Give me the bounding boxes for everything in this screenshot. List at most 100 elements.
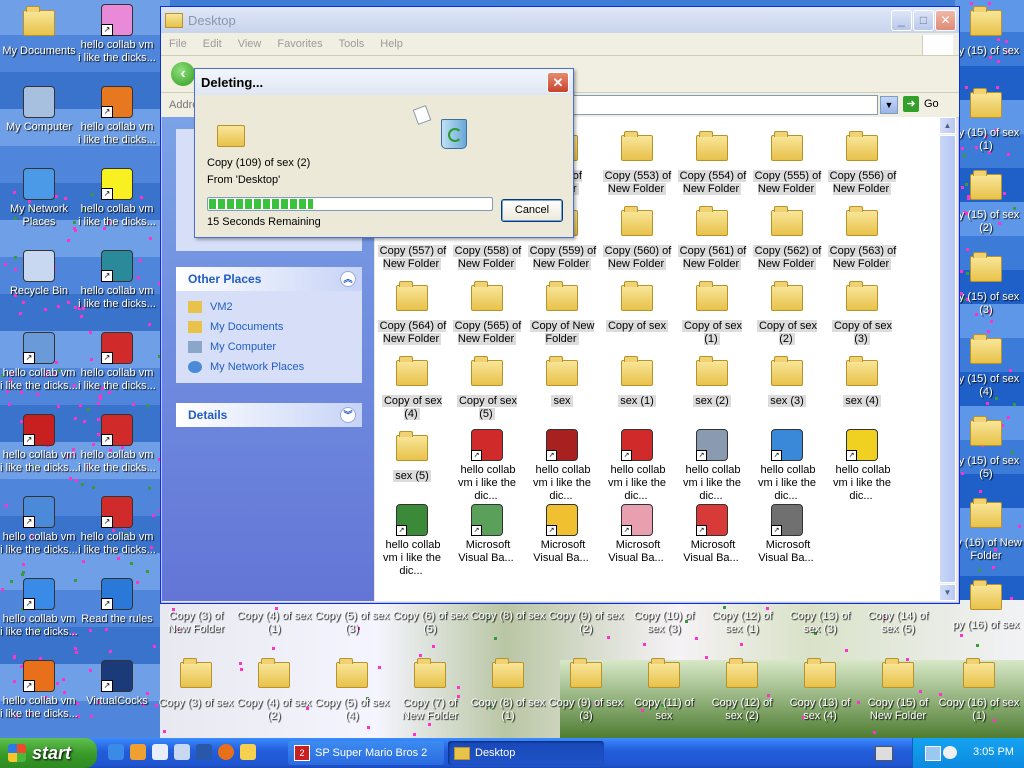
file-item[interactable]: ↗ hello collab vm i like the dic... <box>600 429 674 503</box>
desktop-icon[interactable]: Copy (8) of sex (1) <box>469 656 547 723</box>
desktop-icon[interactable]: Copy (9) of sex (3) <box>547 656 625 723</box>
task-super-mario[interactable]: 2 SP Super Mario Bros 2 <box>288 741 444 765</box>
firefox-icon[interactable] <box>218 744 234 760</box>
desktop-icon[interactable]: My Network Places <box>0 168 78 229</box>
file-item[interactable]: Copy of New Folder <box>525 279 599 346</box>
other-places-item-my-documents[interactable]: My Documents <box>188 317 350 337</box>
dialog-close-button[interactable]: ✕ <box>547 72 569 93</box>
file-item[interactable]: ↗ hello collab vm i like the dic... <box>825 429 899 503</box>
file-item[interactable]: Copy (554) of New Folder <box>675 129 749 196</box>
file-item[interactable]: Copy (560) of New Folder <box>600 204 674 271</box>
desktop-icon[interactable]: Copy (9) of sex (2) <box>547 610 625 636</box>
file-item[interactable]: Copy (562) of New Folder <box>750 204 824 271</box>
chevron-down-icon[interactable]: ︾ <box>340 407 356 423</box>
desktop-icon[interactable]: ↗ hello collab vm i like the dicks... <box>78 332 156 393</box>
desktop-icon[interactable]: ↗ hello collab vm i like the dicks... <box>78 86 156 147</box>
desktop-icon[interactable]: Copy (12) of sex (1) <box>703 610 781 636</box>
media-icon[interactable] <box>130 744 146 760</box>
desktop-icon[interactable]: ↗ hello collab vm i like the dicks... <box>0 496 78 557</box>
desktop-icon[interactable]: Copy (13) of sex (3) <box>781 610 859 636</box>
chevron-up-icon[interactable]: ︽ <box>340 271 356 287</box>
file-item[interactable]: sex (2) <box>675 354 749 408</box>
file-item[interactable]: Copy (564) of New Folder <box>375 279 449 346</box>
other-places-item-vm2[interactable]: VM2 <box>188 297 350 317</box>
desktop-icon[interactable]: ↗ Read the rules <box>78 578 156 626</box>
desktop-icon[interactable]: Copy (4) of sex (2) <box>235 656 313 723</box>
file-item[interactable]: ↗ hello collab vm i like the dic... <box>450 429 524 503</box>
file-item[interactable]: Copy of sex (4) <box>375 354 449 421</box>
other-places-item-network[interactable]: My Network Places <box>188 357 350 377</box>
desktop-icon[interactable]: Copy (15) of New Folder <box>859 656 937 723</box>
file-item[interactable]: Copy (556) of New Folder <box>825 129 899 196</box>
cancel-button[interactable]: Cancel <box>501 199 563 222</box>
desktop-icon[interactable]: ↗ VirtualCocks <box>78 660 156 708</box>
desktop-icon[interactable]: Copy (16) of sex (1) <box>938 656 1020 723</box>
desktop-icon[interactable]: ↗ hello collab vm i like the dicks... <box>0 414 78 475</box>
desktop-icon[interactable]: ↗ hello collab vm i like the dicks... <box>78 4 156 65</box>
file-item[interactable]: ↗ hello collab vm i like the dic... <box>675 429 749 503</box>
file-item[interactable]: Copy (561) of New Folder <box>675 204 749 271</box>
keyboard-icon[interactable] <box>875 746 893 761</box>
menu-tools[interactable]: Tools <box>331 38 373 50</box>
desktop-icon[interactable]: ↗ hello collab vm i like the dicks... <box>78 414 156 475</box>
back-arrow-icon[interactable]: ‹ <box>171 62 195 86</box>
menu-edit[interactable]: Edit <box>195 38 230 50</box>
scroll-up-button[interactable]: ▲ <box>939 117 956 134</box>
file-item[interactable]: sex (4) <box>825 354 899 408</box>
file-item[interactable]: ↗ Microsoft Visual Ba... <box>525 504 599 565</box>
other-places-item-my-computer[interactable]: My Computer <box>188 337 350 357</box>
file-item[interactable]: sex <box>525 354 599 408</box>
explorer-titlebar[interactable]: Desktop _ □ ✕ <box>161 7 959 33</box>
desktop-icon[interactable]: ↗ hello collab vm i like the dicks... <box>78 496 156 557</box>
desktop-icon[interactable]: Copy (14) of sex (5) <box>859 610 937 636</box>
file-item[interactable]: Copy of sex (1) <box>675 279 749 346</box>
maximize-button[interactable]: □ <box>913 10 934 31</box>
file-item[interactable]: Copy of sex <box>600 279 674 333</box>
desktop-icon[interactable]: Copy (10) of sex (3) <box>625 610 703 636</box>
file-item[interactable]: ↗ Microsoft Visual Ba... <box>750 504 824 565</box>
dialog-titlebar[interactable]: Deleting... ✕ <box>195 69 573 95</box>
desktop-icon[interactable]: ↗ hello collab vm i like the dicks... <box>78 168 156 229</box>
desktop-icon[interactable]: ↗ hello collab vm i like the dicks... <box>78 250 156 311</box>
desktop-icon[interactable]: Copy (6) of sex (5) <box>391 610 469 636</box>
quicktime-icon[interactable] <box>152 744 168 760</box>
virtualbox-icon[interactable] <box>196 744 212 760</box>
desktop-icon[interactable]: Copy (5) of sex (3) <box>313 610 391 636</box>
ie-icon[interactable] <box>108 744 124 760</box>
network-tray-icon[interactable] <box>925 746 941 761</box>
file-item[interactable]: ↗ Microsoft Visual Ba... <box>450 504 524 565</box>
file-item[interactable]: Copy (555) of New Folder <box>750 129 824 196</box>
deleting-dialog[interactable]: Deleting... ✕ Copy (109) of sex (2) From… <box>194 68 574 238</box>
file-item[interactable]: sex (1) <box>600 354 674 408</box>
file-item[interactable]: ↗ hello collab vm i like the dic... <box>375 504 449 578</box>
messenger-icon[interactable] <box>240 744 256 760</box>
desktop-icon[interactable]: ↗ hello collab vm i like the dicks... <box>0 332 78 393</box>
file-item[interactable]: sex (3) <box>750 354 824 408</box>
start-button[interactable]: start <box>0 738 97 768</box>
minimize-button[interactable]: _ <box>891 10 912 31</box>
close-button[interactable]: ✕ <box>935 10 956 31</box>
menu-favorites[interactable]: Favorites <box>269 38 330 50</box>
menu-help[interactable]: Help <box>372 38 411 50</box>
desktop-icon[interactable]: Copy (13) of sex (4) <box>781 656 859 723</box>
file-item[interactable]: ↗ Microsoft Visual Ba... <box>600 504 674 565</box>
file-item[interactable]: ↗ hello collab vm i like the dic... <box>750 429 824 503</box>
speaker-icon[interactable] <box>943 746 957 759</box>
desktop-icon[interactable]: Copy (7) of New Folder <box>391 656 469 723</box>
desktop-icon[interactable]: Copy (11) of sex <box>625 656 703 723</box>
file-item[interactable]: ↗ hello collab vm i like the dic... <box>525 429 599 503</box>
task-desktop[interactable]: Desktop <box>448 741 604 765</box>
shell-icon[interactable] <box>174 744 190 760</box>
menu-file[interactable]: File <box>161 38 195 50</box>
desktop-icon[interactable]: Recycle Bin <box>0 250 78 298</box>
other-places-header[interactable]: Other Places ︽ <box>176 267 362 291</box>
menu-view[interactable]: View <box>230 38 270 50</box>
file-item[interactable]: Copy (565) of New Folder <box>450 279 524 346</box>
desktop-icon[interactable]: Copy (8) of sex <box>469 610 547 623</box>
clock[interactable]: 3:05 PM <box>973 746 1014 758</box>
file-item[interactable]: sex (5) <box>375 429 449 483</box>
desktop-icon[interactable]: Copy (3) of New Folder <box>157 610 235 636</box>
file-item[interactable]: Copy (563) of New Folder <box>825 204 899 271</box>
scroll-down-button[interactable]: ▼ <box>939 584 956 601</box>
chevron-down-icon[interactable]: ▼ <box>880 96 898 114</box>
